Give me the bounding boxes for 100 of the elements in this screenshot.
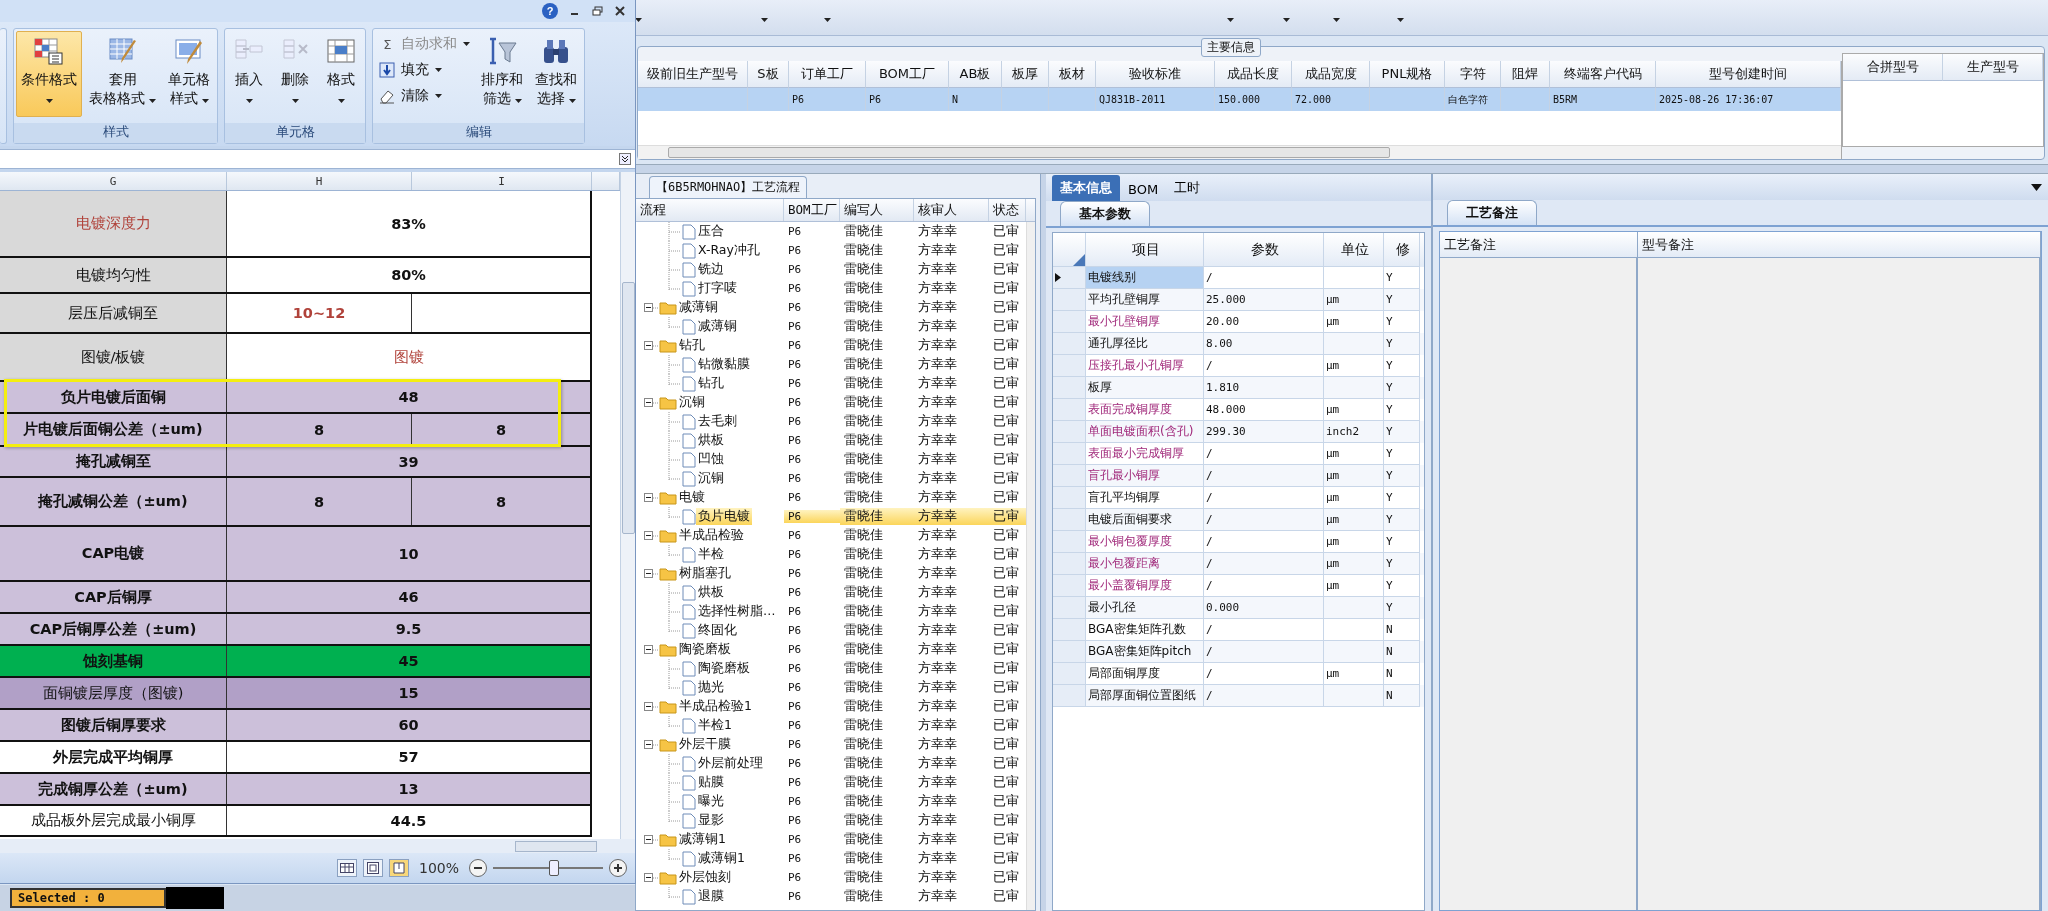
column-header[interactable]: PNL规格 xyxy=(1370,61,1445,88)
tree-node[interactable]: 显影 xyxy=(696,812,726,829)
column-header[interactable]: 单位 xyxy=(1324,233,1384,267)
caret-icon[interactable] xyxy=(149,99,157,103)
tree-node[interactable]: 沉铜 xyxy=(677,394,707,411)
ribbon-button[interactable]: 插入 xyxy=(227,31,272,117)
ribbon-button[interactable]: 格式 xyxy=(319,31,364,117)
tree-node[interactable]: 铣边 xyxy=(696,261,726,278)
column-header[interactable]: 终端客户代码 xyxy=(1550,61,1656,88)
tree-node[interactable]: 外层蚀刻 xyxy=(677,869,733,886)
caret-icon[interactable] xyxy=(337,99,345,103)
caret-icon[interactable] xyxy=(1283,17,1290,22)
help-button[interactable]: ? xyxy=(542,3,558,19)
tree-node[interactable]: 电镀 xyxy=(677,489,707,506)
column-header[interactable]: 成品宽度 xyxy=(1292,61,1370,88)
table-row[interactable]: 板厚 1.810 Y xyxy=(1053,377,1424,399)
tree-node[interactable]: 终固化 xyxy=(696,622,739,639)
tree-node[interactable]: 半成品检验1 xyxy=(677,698,754,715)
column-header[interactable]: G xyxy=(0,172,227,190)
ribbon-button[interactable]: 条件格式 xyxy=(16,31,82,117)
ribbon-button[interactable]: 清除 xyxy=(375,85,475,107)
tree-node[interactable]: 钻孔 xyxy=(677,337,707,354)
page-break-button[interactable] xyxy=(388,859,409,877)
zoom-slider[interactable] xyxy=(493,859,603,877)
column-header[interactable]: 核审人 xyxy=(914,199,989,221)
caret-icon[interactable] xyxy=(245,99,253,103)
panel-tab[interactable]: 【6B5RMOHNAO】工艺流程 xyxy=(649,176,808,198)
tab[interactable]: 工时 xyxy=(1166,175,1209,201)
caret-icon[interactable] xyxy=(1227,17,1234,22)
ribbon-button[interactable]: 查找和 选择 xyxy=(530,31,583,117)
tree-node[interactable]: 曝光 xyxy=(696,793,726,810)
tree-node[interactable]: 凹蚀 xyxy=(696,451,726,468)
collapse-icon[interactable] xyxy=(644,873,653,882)
collapse-icon[interactable] xyxy=(644,740,653,749)
normal-view-button[interactable] xyxy=(336,859,357,877)
caret-icon[interactable] xyxy=(635,17,642,22)
tree-node[interactable]: 减薄铜 xyxy=(696,318,739,335)
tree-node[interactable]: 陶瓷磨板 xyxy=(696,660,752,677)
collapse-icon[interactable] xyxy=(644,303,653,312)
tree-node[interactable]: 贴膜 xyxy=(696,774,726,791)
collapse-icon[interactable] xyxy=(644,835,653,844)
row-header[interactable] xyxy=(1053,267,1086,289)
column-header[interactable]: 验收标准 xyxy=(1096,61,1215,88)
collapse-icon[interactable] xyxy=(644,398,653,407)
column-header[interactable]: 参数 xyxy=(1204,233,1324,267)
table-row[interactable]: BGA密集矩阵pitch / N xyxy=(1053,641,1424,663)
close-icon[interactable] xyxy=(615,6,625,16)
tree-node[interactable]: 外层干膜 xyxy=(677,736,733,753)
scrollbar[interactable] xyxy=(638,145,1841,159)
column-header[interactable]: 订单工厂 xyxy=(789,61,866,88)
table-row[interactable]: 最小包覆距离 / μm Y xyxy=(1053,553,1424,575)
table-row[interactable]: 平均孔壁铜厚 25.000 μm Y xyxy=(1053,289,1424,311)
table-row[interactable]: 盲孔最小铜厚 / μm Y xyxy=(1053,465,1424,487)
column-header[interactable]: 修 xyxy=(1384,233,1420,267)
table-row[interactable]: 最小孔径 0.000 Y xyxy=(1053,597,1424,619)
collapse-icon[interactable] xyxy=(644,493,653,502)
table-row[interactable]: 通孔厚径比 8.00 Y xyxy=(1053,333,1424,355)
zoom-in-button[interactable] xyxy=(609,859,627,877)
tree-node[interactable]: 压合 xyxy=(696,223,726,240)
ribbon-button[interactable]: 删除 xyxy=(273,31,318,117)
column-header[interactable]: 型号创建时间 xyxy=(1656,61,1841,88)
caret-icon[interactable] xyxy=(1333,17,1340,22)
column-header[interactable]: 合拼型号 xyxy=(1843,54,1943,81)
page-layout-button[interactable] xyxy=(362,859,383,877)
caret-icon[interactable] xyxy=(435,68,443,72)
tree-node[interactable]: 烘板 xyxy=(696,432,726,449)
column-header[interactable]: S板 xyxy=(748,61,789,88)
ribbon-button[interactable]: 单元格 样式 xyxy=(163,31,216,117)
collapse-icon[interactable] xyxy=(644,531,653,540)
tree-node[interactable]: 钻微黏膜 xyxy=(696,356,752,373)
caret-icon[interactable] xyxy=(202,99,210,103)
tree-node[interactable]: 半成品检验 xyxy=(677,527,746,544)
zoom-out-button[interactable] xyxy=(469,859,487,877)
tree-node[interactable]: 负片电镀 xyxy=(696,508,752,525)
tree-node[interactable]: 陶瓷磨板 xyxy=(677,641,733,658)
caret-icon[interactable] xyxy=(824,17,831,22)
caret-icon[interactable] xyxy=(569,99,577,103)
table-row[interactable]: 电镀线别 / Y xyxy=(1053,267,1424,289)
table-row[interactable]: 单面电镀面积(含孔) 299.30 inch2 Y xyxy=(1053,421,1424,443)
collapse-icon[interactable] xyxy=(644,702,653,711)
tree-node[interactable]: 退膜 xyxy=(696,888,726,905)
caret-icon[interactable] xyxy=(1397,17,1404,22)
column-header[interactable]: 板厚 xyxy=(1002,61,1049,88)
collapse-icon[interactable] xyxy=(644,341,653,350)
tab[interactable]: BOM xyxy=(1120,178,1167,201)
column-header[interactable]: H xyxy=(227,172,412,190)
slider-thumb[interactable] xyxy=(548,860,559,876)
tree-node[interactable]: 抛光 xyxy=(696,679,726,696)
tab[interactable]: 基本参数 xyxy=(1060,201,1150,226)
tree-node[interactable]: 外层前处理 xyxy=(696,755,765,772)
ribbon-button[interactable]: 排序和 筛选 xyxy=(476,31,529,117)
tree-node[interactable]: X-Ray冲孔 xyxy=(696,242,762,259)
tree-node[interactable]: 半检 xyxy=(696,546,726,563)
scrollbar[interactable] xyxy=(0,839,635,853)
collapse-icon[interactable] xyxy=(644,645,653,654)
scrollbar[interactable] xyxy=(1026,222,1035,910)
expand-icon[interactable] xyxy=(619,153,631,165)
column-header[interactable]: BOM工厂 xyxy=(784,199,840,221)
ribbon-button[interactable]: 套用 表格格式 xyxy=(84,31,162,117)
caret-icon[interactable] xyxy=(435,94,443,98)
